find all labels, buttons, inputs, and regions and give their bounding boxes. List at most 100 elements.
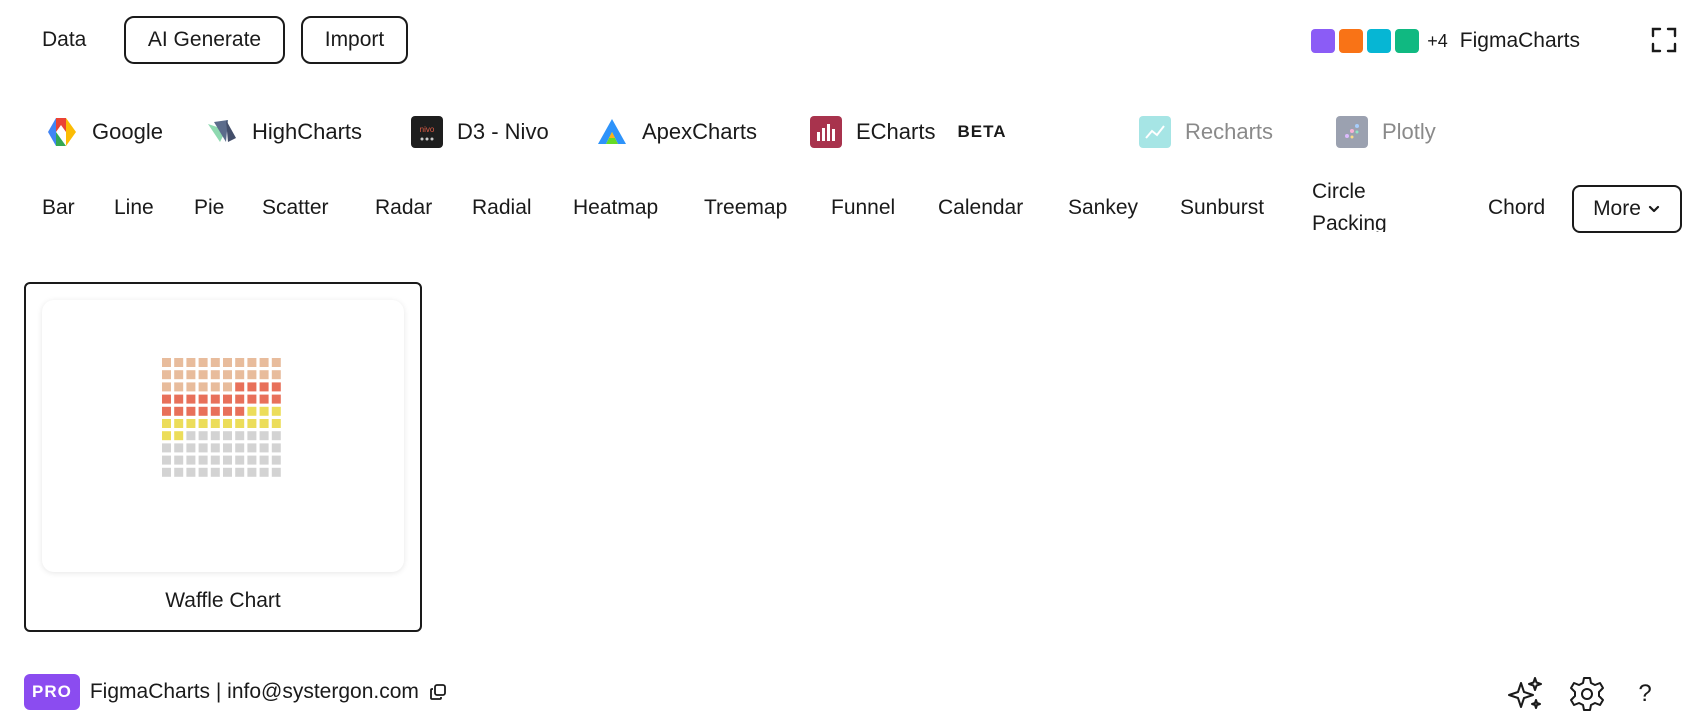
tab-heatmap[interactable]: Heatmap [573,180,658,236]
waffle-cell [235,443,245,453]
waffle-cell [162,467,171,477]
waffle-cell [259,406,269,416]
chart-card-title: Waffle Chart [165,589,281,612]
waffle-cell [198,467,208,477]
waffle-cell [162,455,171,465]
data-tab[interactable]: Data [42,25,86,55]
waffle-cell [198,431,208,441]
library-google[interactable]: Google [46,114,163,150]
google-charts-icon [48,118,76,146]
waffle-cell [259,467,269,477]
library-recharts[interactable]: Recharts [1139,114,1273,150]
waffle-chart-thumbnail [42,300,404,572]
waffle-cell [210,394,220,404]
waffle-cell [247,443,257,453]
highcharts-icon [208,120,236,142]
sparkles-icon[interactable] [1506,675,1544,713]
library-label: HighCharts [252,119,363,144]
team-members[interactable]: +4 FigmaCharts [1311,26,1580,56]
waffle-cell [235,358,245,367]
library-echarts[interactable]: ECharts BETA [810,114,1007,150]
waffle-cell [174,443,184,453]
tab-chord[interactable]: Chord [1488,180,1545,236]
library-label: Recharts [1185,119,1274,144]
waffle-cell [174,455,184,465]
waffle-cell [186,382,196,392]
library-apexcharts[interactable]: ApexCharts [596,114,757,150]
tab-calendar[interactable]: Calendar [938,180,1023,236]
tab-funnel[interactable]: Funnel [831,180,895,236]
waffle-cell [186,358,196,367]
waffle-cell [223,467,232,477]
waffle-cell [198,443,208,453]
waffle-cell [210,419,220,428]
footer-contact: FigmaCharts | info@systergon.com [89,680,419,703]
tab-radial[interactable]: Radial [472,180,532,236]
waffle-cell [247,382,257,392]
chart-card[interactable]: Waffle Chart [24,282,422,632]
waffle-cell [198,406,208,416]
waffle-cell [210,358,220,367]
waffle-cell [174,406,184,416]
waffle-cell [198,370,208,380]
waffle-cell [247,419,257,428]
expand-icon[interactable] [1650,26,1678,54]
waffle-cell [162,382,171,392]
waffle-cell [162,406,171,416]
copy-icon[interactable] [429,683,447,701]
library-nivo[interactable]: nivo D3 - Nivo [411,114,549,150]
waffle-cell [210,467,220,477]
waffle-cell [235,431,245,441]
waffle-cell [259,455,269,465]
waffle-cell [259,358,269,367]
waffle-cell [174,382,184,392]
tab-radar[interactable]: Radar [375,180,432,236]
waffle-cell [271,370,281,380]
gear-icon[interactable] [1568,675,1606,713]
waffle-cell [162,370,171,380]
tab-circle-packing[interactable]: Circle Packing [1312,176,1392,232]
waffle-cell [210,431,220,441]
tab-scatter[interactable]: Scatter [262,180,329,236]
brand-name: FigmaCharts [1459,29,1580,52]
waffle-cell [186,370,196,380]
waffle-cell [271,382,281,392]
svg-text:nivo: nivo [420,125,435,134]
waffle-cell [162,443,171,453]
waffle-cell [162,431,171,441]
tab-pie[interactable]: Pie [194,180,224,236]
import-button[interactable]: Import [301,16,408,64]
library-label: Google [92,119,163,144]
waffle-cell [247,455,257,465]
team-avatar [1367,29,1392,53]
waffle-cell [174,358,184,367]
waffle-cell [235,419,245,428]
chart-type-tabs: Bar Line Pie Scatter Radar Radial Heatma… [0,180,1700,236]
waffle-cell [198,455,208,465]
recharts-icon [1139,116,1171,148]
team-avatar [1339,29,1364,53]
library-plotly[interactable]: Plotly [1336,114,1436,150]
waffle-cell [247,370,257,380]
chevron-down-icon [1648,205,1660,213]
waffle-cell [235,467,245,477]
waffle-cell [259,370,269,380]
ai-generate-button[interactable]: AI Generate [124,16,285,64]
waffle-cell [271,455,281,465]
footer: PRO FigmaCharts | info@systergon.com [24,674,447,710]
more-chart-types-button[interactable]: More [1572,185,1682,233]
tab-line[interactable]: Line [114,180,154,236]
tab-sunburst[interactable]: Sunburst [1180,180,1264,236]
tab-bar[interactable]: Bar [42,180,75,236]
waffle-cell [235,455,245,465]
waffle-cell [186,443,196,453]
waffle-chart [162,358,281,477]
echarts-icon [810,116,842,148]
waffle-cell [223,394,232,404]
tab-treemap[interactable]: Treemap [704,180,787,236]
library-highcharts[interactable]: HighCharts [206,114,362,150]
tab-sankey[interactable]: Sankey [1068,180,1138,236]
help-button[interactable]: ? [1630,680,1660,708]
waffle-cell [186,455,196,465]
library-label: D3 - Nivo [457,119,549,144]
